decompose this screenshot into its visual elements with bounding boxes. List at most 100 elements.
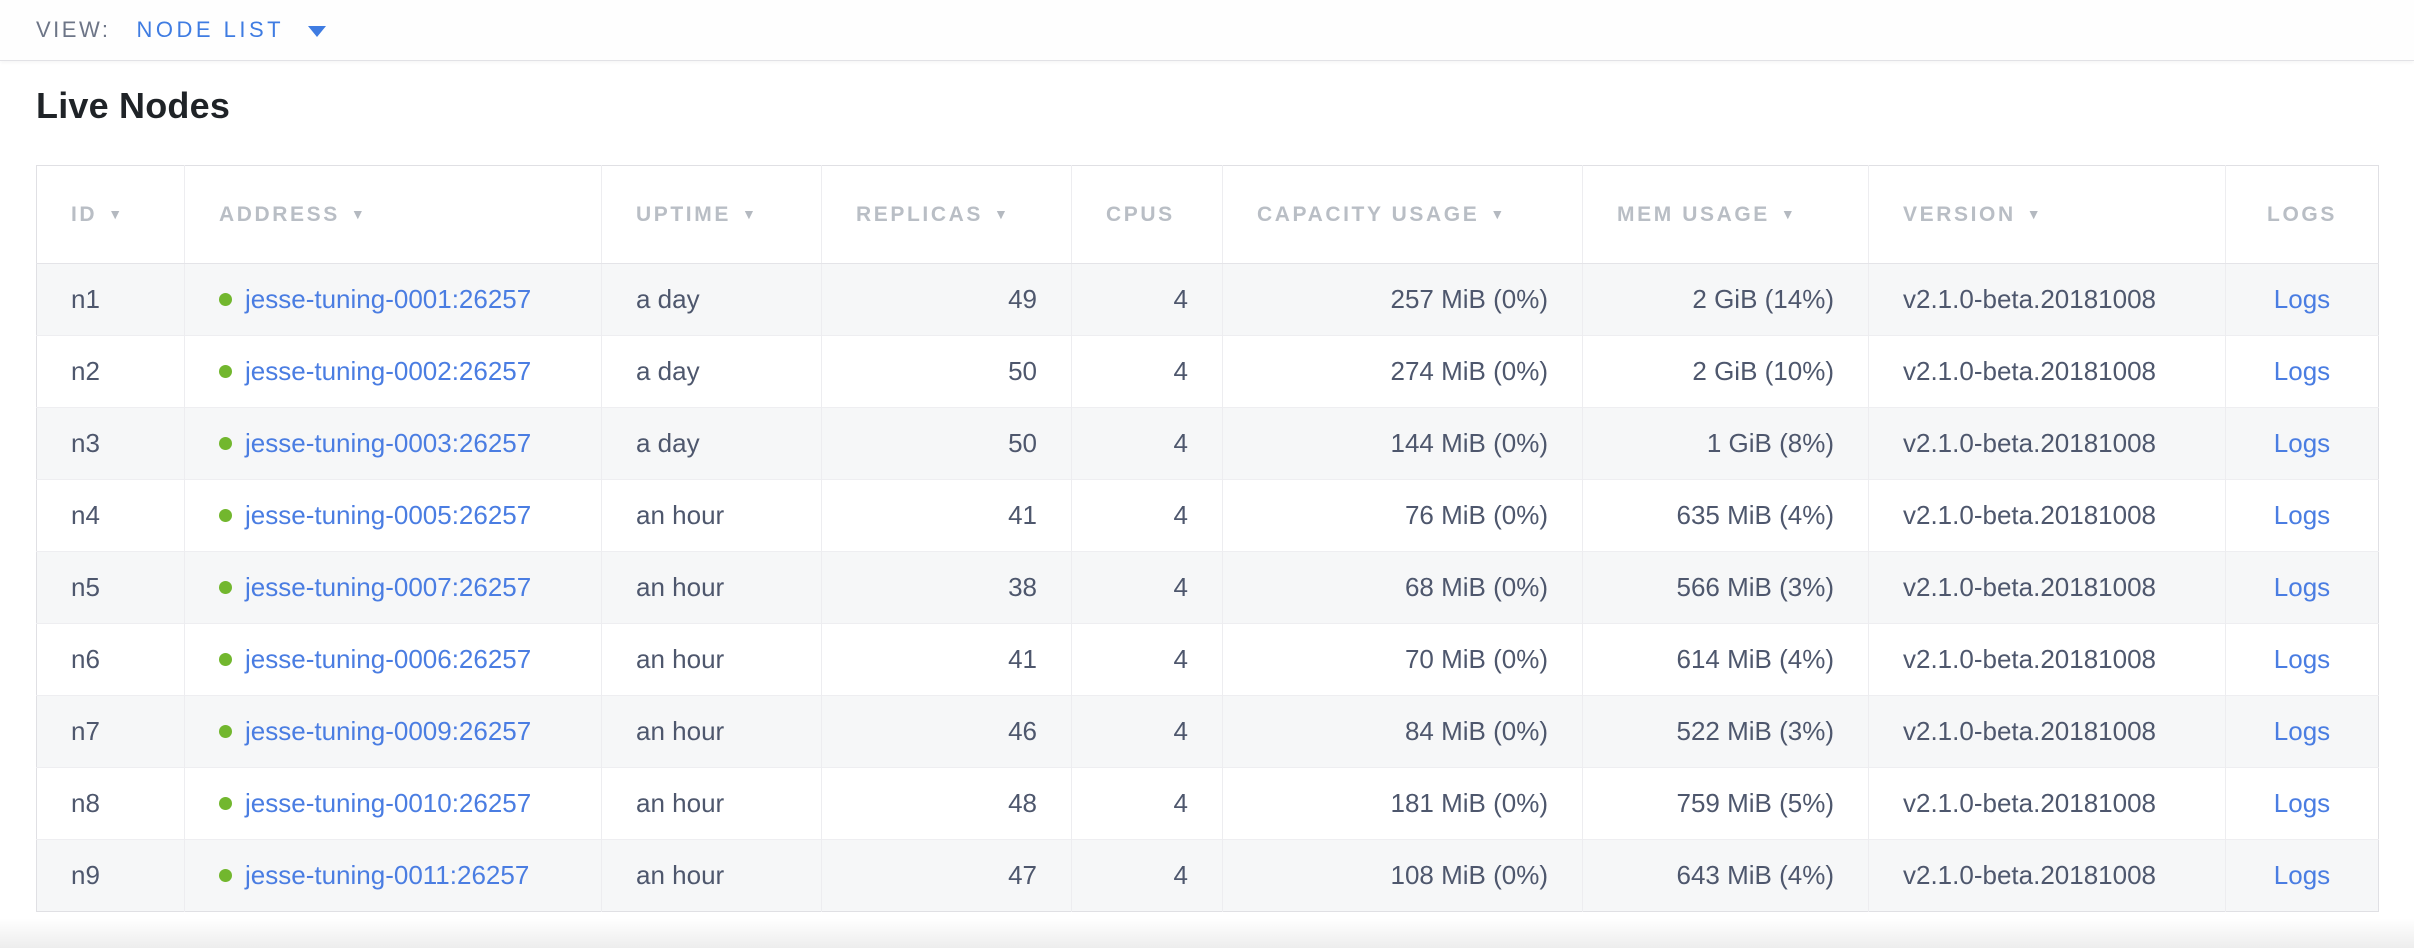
mem_usage-cell: 2 GiB (10%) [1583, 336, 1869, 408]
node-address-link[interactable]: jesse-tuning-0011:26257 [245, 860, 529, 891]
sort-arrow-icon: ▼ [742, 206, 756, 222]
logs-link[interactable]: Logs [2274, 716, 2330, 746]
node-address-link[interactable]: jesse-tuning-0009:26257 [245, 716, 531, 747]
version-cell: v2.1.0-beta.20181008 [1869, 336, 2226, 408]
uptime-value: a day [636, 356, 700, 386]
logs-link[interactable]: Logs [2274, 644, 2330, 674]
capacity_usage-cell: 68 MiB (0%) [1223, 552, 1583, 624]
view-selector-dropdown[interactable]: NODE LIST [136, 17, 326, 43]
logs-link[interactable]: Logs [2274, 428, 2330, 458]
cpus-value: 4 [1174, 716, 1188, 746]
column-header-label: LOGS [2267, 203, 2337, 226]
chevron-down-icon [308, 26, 326, 37]
column-header-version[interactable]: VERSION ▼ [1869, 166, 2226, 264]
version-value: v2.1.0-beta.20181008 [1903, 644, 2156, 674]
replicas-cell: 46 [822, 696, 1072, 768]
logs-link[interactable]: Logs [2274, 500, 2330, 530]
capacity_usage-value: 144 MiB (0%) [1391, 428, 1549, 458]
replicas-cell: 41 [822, 624, 1072, 696]
node-address-link[interactable]: jesse-tuning-0001:26257 [245, 284, 531, 315]
logs-cell: Logs [2226, 696, 2379, 768]
logs-link[interactable]: Logs [2274, 788, 2330, 818]
node-address-link[interactable]: jesse-tuning-0002:26257 [245, 356, 531, 387]
uptime-cell: a day [602, 264, 822, 336]
cpus-cell: 4 [1072, 264, 1223, 336]
id-cell: n4 [37, 480, 185, 552]
logs-link[interactable]: Logs [2274, 860, 2330, 890]
logs-cell: Logs [2226, 552, 2379, 624]
id-value: n7 [71, 716, 100, 746]
node-address-link[interactable]: jesse-tuning-0006:26257 [245, 644, 531, 675]
id-cell: n1 [37, 264, 185, 336]
node-address-link[interactable]: jesse-tuning-0010:26257 [245, 788, 531, 819]
mem_usage-value: 2 GiB (10%) [1692, 356, 1834, 386]
column-header-mem_usage[interactable]: MEM USAGE▼ [1583, 166, 1869, 264]
node-live-status-icon [219, 509, 232, 522]
cpus-cell: 4 [1072, 336, 1223, 408]
logs-link[interactable]: Logs [2274, 356, 2330, 386]
column-header-label: REPLICAS [856, 203, 983, 226]
column-header-capacity_usage[interactable]: CAPACITY USAGE▼ [1223, 166, 1583, 264]
id-cell: n6 [37, 624, 185, 696]
uptime-value: a day [636, 284, 700, 314]
node-address-link[interactable]: jesse-tuning-0007:26257 [245, 572, 531, 603]
sort-arrow-icon: ▼ [2027, 206, 2041, 222]
id-value: n1 [71, 284, 100, 314]
cpus-value: 4 [1174, 860, 1188, 890]
node-live-status-icon [219, 869, 232, 882]
column-header-replicas[interactable]: REPLICAS▼ [822, 166, 1072, 264]
column-header-label: CAPACITY USAGE [1257, 203, 1479, 226]
cpus-value: 4 [1174, 572, 1188, 602]
table-row: n7jesse-tuning-0009:26257an hour46484 Mi… [37, 696, 2379, 768]
replicas-value: 49 [1008, 284, 1037, 314]
node-live-status-icon [219, 437, 232, 450]
mem_usage-cell: 643 MiB (4%) [1583, 840, 1869, 912]
node-address-link[interactable]: jesse-tuning-0005:26257 [245, 500, 531, 531]
column-header-label: UPTIME [636, 203, 731, 226]
version-value: v2.1.0-beta.20181008 [1903, 284, 2156, 314]
column-header-id[interactable]: ID▼ [37, 166, 185, 264]
sort-arrow-icon: ▼ [1781, 206, 1795, 222]
uptime-value: an hour [636, 788, 724, 818]
logs-link[interactable]: Logs [2274, 572, 2330, 602]
id-value: n4 [71, 500, 100, 530]
mem_usage-value: 614 MiB (4%) [1677, 644, 1835, 674]
capacity_usage-cell: 144 MiB (0%) [1223, 408, 1583, 480]
version-cell: v2.1.0-beta.20181008 [1869, 624, 2226, 696]
cpus-cell: 4 [1072, 768, 1223, 840]
uptime-cell: an hour [602, 696, 822, 768]
logs-cell: Logs [2226, 840, 2379, 912]
logs-link[interactable]: Logs [2274, 284, 2330, 314]
mem_usage-cell: 2 GiB (14%) [1583, 264, 1869, 336]
node-address-link[interactable]: jesse-tuning-0003:26257 [245, 428, 531, 459]
version-value: v2.1.0-beta.20181008 [1903, 356, 2156, 386]
address-cell: jesse-tuning-0006:26257 [185, 624, 602, 696]
node-live-status-icon [219, 653, 232, 666]
version-value: v2.1.0-beta.20181008 [1903, 428, 2156, 458]
mem_usage-value: 643 MiB (4%) [1677, 860, 1835, 890]
table-row: n5jesse-tuning-0007:26257an hour38468 Mi… [37, 552, 2379, 624]
column-header-label: VERSION [1903, 203, 2016, 226]
mem_usage-cell: 635 MiB (4%) [1583, 480, 1869, 552]
capacity_usage-value: 181 MiB (0%) [1391, 788, 1549, 818]
mem_usage-value: 635 MiB (4%) [1677, 500, 1835, 530]
mem_usage-cell: 566 MiB (3%) [1583, 552, 1869, 624]
replicas-cell: 41 [822, 480, 1072, 552]
column-header-uptime[interactable]: UPTIME ▼ [602, 166, 822, 264]
node-live-status-icon [219, 365, 232, 378]
id-value: n6 [71, 644, 100, 674]
live-nodes-table: ID▼ADDRESS▼UPTIME▼REPLICAS▼CPUSCAPACITY … [36, 165, 2379, 912]
version-cell: v2.1.0-beta.20181008 [1869, 552, 2226, 624]
address-wrap: jesse-tuning-0010:26257 [219, 788, 567, 819]
mem_usage-cell: 759 MiB (5%) [1583, 768, 1869, 840]
address-wrap: jesse-tuning-0009:26257 [219, 716, 567, 747]
main-content: Live Nodes ID▼ADDRESS▼UPTIME▼REPLICAS▼CP… [0, 85, 2414, 912]
address-wrap: jesse-tuning-0002:26257 [219, 356, 567, 387]
column-header-address[interactable]: ADDRESS▼ [185, 166, 602, 264]
uptime-value: an hour [636, 500, 724, 530]
version-value: v2.1.0-beta.20181008 [1903, 716, 2156, 746]
mem_usage-cell: 1 GiB (8%) [1583, 408, 1869, 480]
cpus-cell: 4 [1072, 552, 1223, 624]
table-header-row: ID▼ADDRESS▼UPTIME▼REPLICAS▼CPUSCAPACITY … [37, 166, 2379, 264]
cpus-value: 4 [1174, 428, 1188, 458]
